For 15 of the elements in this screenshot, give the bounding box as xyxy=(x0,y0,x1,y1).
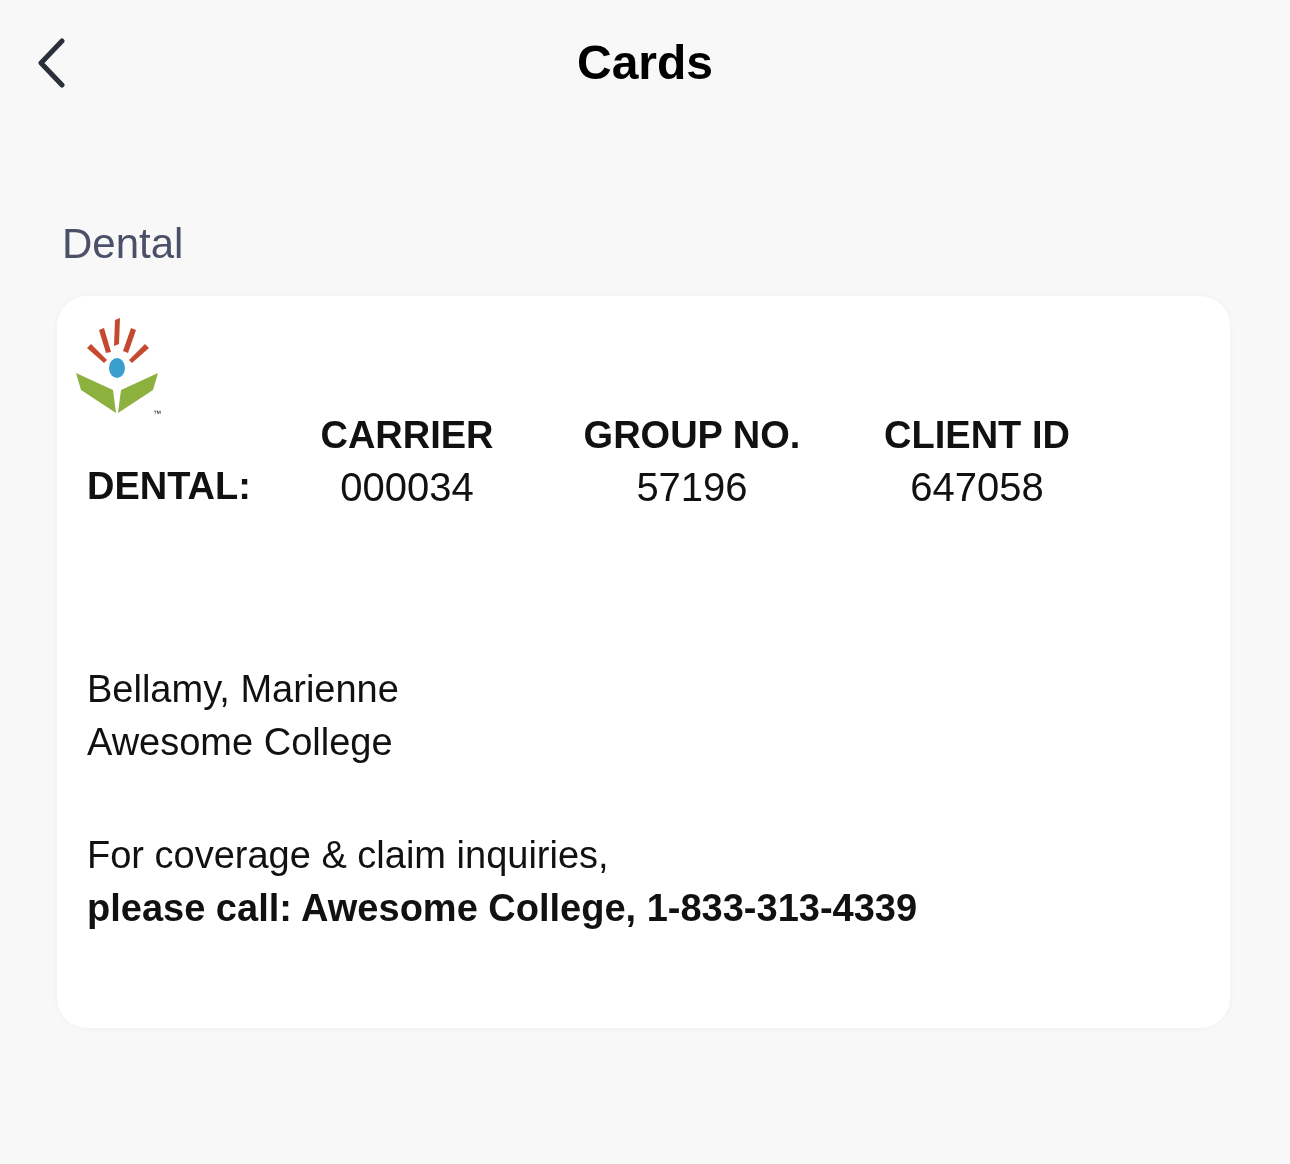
field-value: 000034 xyxy=(340,465,474,510)
field-value: 57196 xyxy=(636,465,748,510)
contact-phone-text: please call: Awesome College, 1-833-313-4339 xyxy=(87,887,919,930)
page-title: Cards xyxy=(576,35,714,90)
plan-label: DENTAL: xyxy=(87,465,252,509)
chevron-left-icon xyxy=(36,38,66,88)
field-label: CLIENT ID xyxy=(884,414,1070,457)
field-label: CARRIER xyxy=(320,414,494,457)
field-label: GROUP NO. xyxy=(583,414,801,457)
member-name: Bellamy, Marienne xyxy=(87,668,400,711)
organization-name: Awesome College xyxy=(87,721,394,764)
trademark-mark: ™ xyxy=(153,409,161,418)
section-title: Dental xyxy=(62,220,185,268)
field-value: 647058 xyxy=(910,465,1044,510)
contact-text: For coverage & claim inquiries, xyxy=(87,834,610,877)
